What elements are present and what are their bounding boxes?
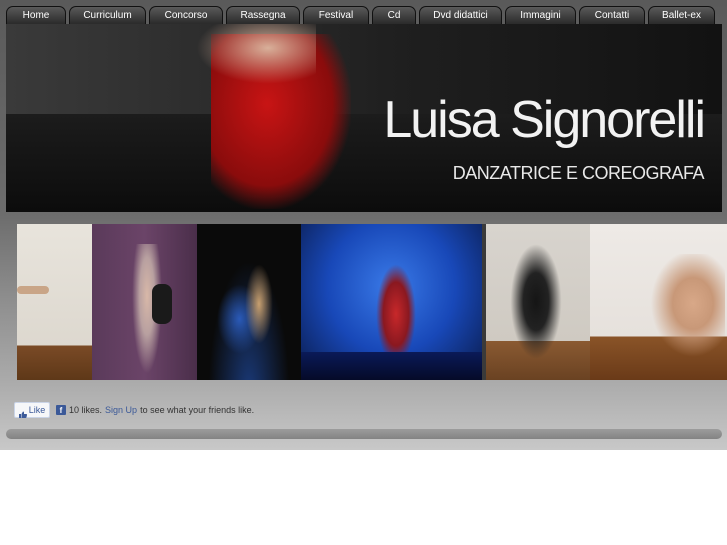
nav-dvd-didattici[interactable]: Dvd didattici [419,6,502,24]
signup-link[interactable]: Sign Up [105,405,137,415]
like-label: Like [28,405,46,415]
nav-cd[interactable]: Cd [372,6,416,24]
nav-curriculum[interactable]: Curriculum [69,6,146,24]
site-subtitle: DANZATRICE E COREOGRAFA [452,163,705,183]
photo-studio-black[interactable] [486,224,590,380]
site-title: Luisa Signorelli [383,91,706,149]
nav-concorso[interactable]: Concorso [149,6,223,24]
header-banner: Luisa Signorelli DANZATRICE E COREOGRAFA [6,24,722,212]
like-suffix: to see what your friends like. [140,405,255,415]
nav-home[interactable]: Home [6,6,66,24]
main-nav: Home Curriculum Concorso Rassegna Festiv… [6,6,715,24]
nav-festival[interactable]: Festival [303,6,369,24]
nav-ballet-ex[interactable]: Ballet-ex [648,6,715,24]
photo-duo-red-blue[interactable] [301,224,482,380]
like-count: 10 likes. [69,405,103,415]
footer-bar [6,429,722,439]
nav-contatti[interactable]: Contatti [579,6,645,24]
nav-rassegna[interactable]: Rassegna [226,6,300,24]
facebook-like-button[interactable]: Like [14,402,50,418]
photo-strip [17,224,727,380]
photo-duo-blue-stage[interactable] [197,224,301,380]
facebook-icon: f [56,405,66,415]
photo-studio-nude[interactable] [590,224,727,380]
thumbs-up-icon [18,407,27,418]
banner-dancer-arms [196,24,316,84]
like-count-line: f 10 likes. Sign Up to see what your fri… [56,405,254,415]
photo-studio-left[interactable] [17,224,92,380]
nav-immagini[interactable]: Immagini [505,6,576,24]
photo-duo-purple[interactable] [92,224,197,380]
